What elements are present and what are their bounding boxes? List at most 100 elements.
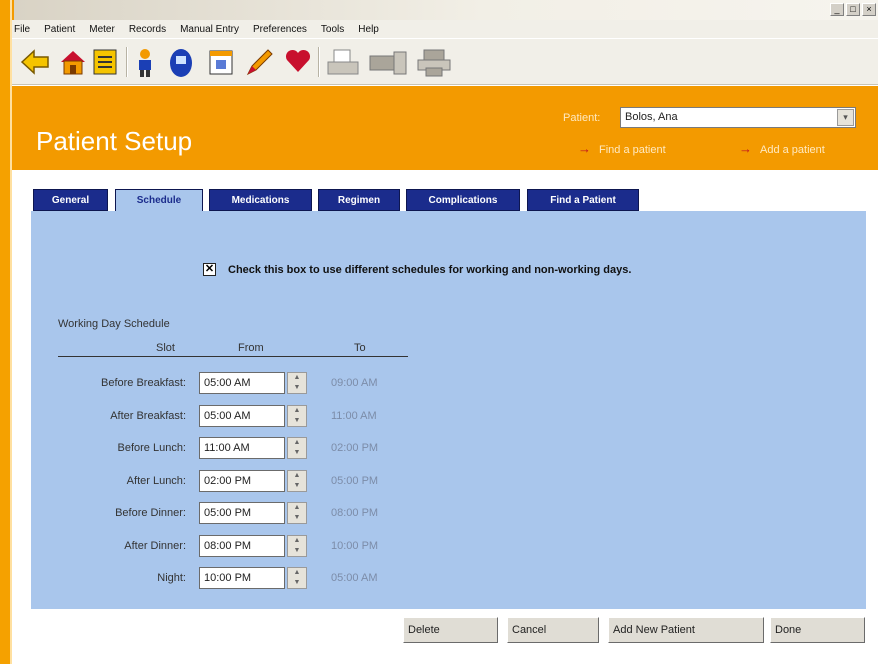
page-header: Patient Setup Patient: Bolos, Ana ▾ → Fin… [12,86,878,170]
maximize-button[interactable]: □ [846,3,860,16]
spin-up-icon[interactable]: ▲ [288,373,306,383]
add-new-patient-button[interactable]: Add New Patient [608,617,764,643]
spin-down-icon[interactable]: ▼ [288,481,306,491]
find-patient-link[interactable]: → Find a patient [578,141,666,156]
transfer-icon[interactable] [368,48,408,83]
add-patient-link[interactable]: → Add a patient [739,141,825,156]
print-preview-icon[interactable] [326,48,360,83]
to-time-value: 05:00 AM [331,572,378,584]
from-time-input[interactable]: 11:00 AM [199,437,285,459]
time-spinner[interactable]: ▲ ▼ [287,372,307,394]
home-icon[interactable] [58,48,88,81]
done-button[interactable]: Done [770,617,865,643]
patient-label: Patient: [563,112,601,124]
slot-label: Before Dinner: [115,507,186,519]
slot-label: After Dinner: [124,539,186,552]
delete-button[interactable]: Delete [403,617,498,643]
time-spinner[interactable]: ▲ ▼ [287,534,307,557]
pencil-icon[interactable] [244,48,274,81]
spin-down-icon[interactable]: ▼ [288,448,306,458]
to-time-value: 08:00 PM [331,507,379,519]
menu-bar: File Patient Meter Records Manual Entry … [12,20,878,38]
spin-down-icon[interactable]: ▼ [288,416,306,426]
time-spinner[interactable]: ▲ ▼ [287,404,307,427]
window-controls: _ □ × [830,3,876,16]
section-title: Working Day Schedule [58,318,170,330]
chevron-down-icon[interactable]: ▾ [837,109,854,126]
tab-find-a-patient[interactable]: Find a Patient [527,189,639,211]
spin-down-icon[interactable]: ▼ [288,578,306,588]
spin-up-icon[interactable]: ▲ [288,406,306,416]
back-arrow-icon[interactable] [20,48,50,81]
close-button[interactable]: × [862,3,876,16]
menu-meter[interactable]: Meter [89,24,115,35]
time-spinner[interactable]: ▲ ▼ [287,437,307,459]
menu-file[interactable]: File [14,24,30,35]
menu-patient[interactable]: Patient [44,24,75,35]
menu-help[interactable]: Help [358,24,379,35]
spin-up-icon[interactable]: ▲ [288,536,306,546]
spin-down-icon[interactable]: ▼ [288,383,306,393]
slot-label: Before Breakfast: [101,377,186,389]
tab-schedule[interactable]: Schedule [115,189,203,213]
from-time-input[interactable]: 05:00 AM [199,404,285,427]
menu-tools[interactable]: Tools [321,24,344,35]
patient-select-value: Bolos, Ana [625,111,678,123]
slot-label: Night: [157,572,186,584]
to-time-value: 11:00 AM [331,409,377,422]
printer-icon[interactable] [416,48,452,83]
col-header-from: From [238,342,264,354]
from-time-input[interactable]: 05:00 AM [199,372,285,394]
person-icon[interactable] [134,48,156,83]
meter-icon[interactable] [168,48,194,83]
menu-preferences[interactable]: Preferences [253,24,307,35]
arrow-right-icon: → [739,141,752,156]
from-time-input[interactable]: 02:00 PM [199,469,285,492]
different-schedules-checkbox[interactable]: ✕ [203,263,216,276]
to-time-value: 05:00 PM [331,474,379,487]
from-time-input[interactable]: 10:00 PM [199,567,285,589]
heart-icon[interactable] [284,48,312,79]
add-patient-label: Add a patient [760,144,825,156]
spin-up-icon[interactable]: ▲ [288,568,306,578]
to-time-value: 10:00 PM [331,539,379,552]
list-icon[interactable] [92,48,118,81]
schedule-panel: ✕ Check this box to use different schedu… [31,211,866,609]
slot-label: Before Lunch: [117,442,187,454]
different-schedules-row: ✕ Check this box to use different schedu… [203,263,631,276]
from-time-input[interactable]: 08:00 PM [199,534,285,557]
to-time-value: 09:00 AM [331,377,378,389]
time-spinner[interactable]: ▲ ▼ [287,469,307,492]
slot-label: After Lunch: [126,474,186,487]
spin-down-icon[interactable]: ▼ [288,546,306,556]
spin-up-icon[interactable]: ▲ [288,503,306,513]
to-time-value: 02:00 PM [331,442,379,454]
window-frame [0,0,10,664]
time-spinner[interactable]: ▲ ▼ [287,502,307,524]
cancel-button[interactable]: Cancel [507,617,599,643]
time-spinner[interactable]: ▲ ▼ [287,567,307,589]
toolbar [12,39,878,85]
col-header-to: To [354,342,366,354]
from-time-input[interactable]: 05:00 PM [199,502,285,524]
divider [58,356,408,357]
title-bar: _ □ × [0,0,878,20]
spin-down-icon[interactable]: ▼ [288,513,306,523]
patient-select[interactable]: Bolos, Ana ▾ [620,107,856,128]
arrow-right-icon: → [578,141,591,156]
tab-medications[interactable]: Medications [209,189,312,211]
different-schedules-label: Check this box to use different schedule… [228,263,632,276]
page-title: Patient Setup [36,126,193,156]
menu-manual-entry[interactable]: Manual Entry [180,24,239,35]
tab-complications[interactable]: Complications [406,189,520,211]
minimize-button[interactable]: _ [830,3,844,16]
spin-up-icon[interactable]: ▲ [288,438,306,448]
col-header-slot: Slot [156,342,175,354]
tab-general[interactable]: General [33,189,108,211]
menu-records[interactable]: Records [129,24,166,35]
slot-label: After Breakfast: [110,409,186,422]
calendar-icon[interactable] [208,48,234,81]
spin-up-icon[interactable]: ▲ [288,471,306,481]
find-patient-label: Find a patient [599,144,666,156]
tab-regimen[interactable]: Regimen [318,189,400,211]
